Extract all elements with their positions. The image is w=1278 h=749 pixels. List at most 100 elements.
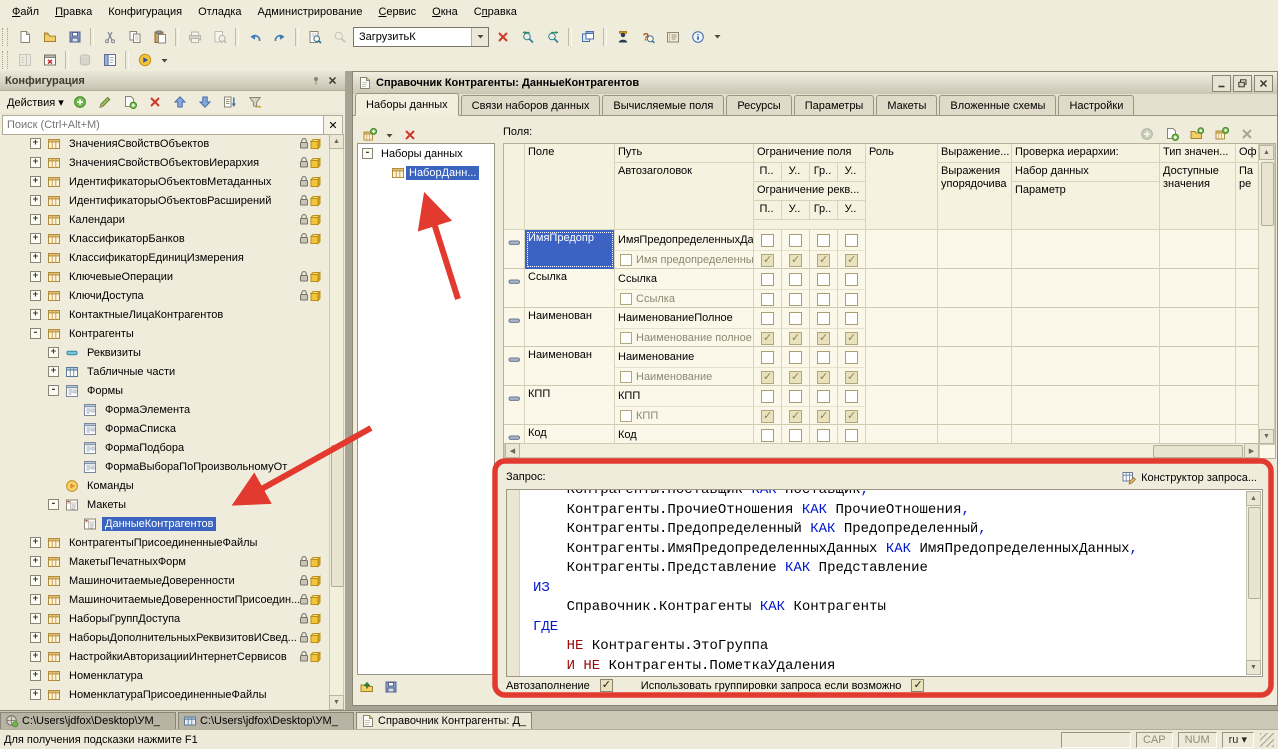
tree-item[interactable]: +КлассификаторЕдиницИзмерения xyxy=(0,248,330,267)
tab-3[interactable]: Ресурсы xyxy=(726,95,791,115)
field-name-cell[interactable]: Ссылка xyxy=(525,269,615,308)
tree-scrollbar[interactable]: ▲ ▼ xyxy=(329,134,344,710)
fields-vscrollbar[interactable]: ▲ ▼ xyxy=(1258,144,1275,445)
menu-item[interactable]: Отладка xyxy=(190,3,249,21)
paste-button[interactable] xyxy=(147,25,172,49)
tree-item[interactable]: +НастройкиАвторизацииИнтернетСервисов xyxy=(0,647,330,666)
add-circle-button[interactable] xyxy=(68,90,93,114)
field-path-cell[interactable]: НаименованиеПолное xyxy=(615,308,754,328)
field-path-cell[interactable]: Ссылка xyxy=(615,269,754,289)
field-row[interactable]: НаименованНаименованиеНаименование xyxy=(504,347,1260,386)
help-search-button[interactable]: ? xyxy=(635,25,660,49)
search-combobox[interactable]: ЗагрузитьК xyxy=(353,27,489,47)
tree-expander-icon[interactable]: + xyxy=(30,556,41,567)
tree-window-button[interactable] xyxy=(12,48,37,72)
tree-expander-icon[interactable]: + xyxy=(30,537,41,548)
tree-item[interactable]: ФормаСписка xyxy=(0,419,330,438)
restriction-checkbox[interactable] xyxy=(817,429,830,442)
restriction-checkbox[interactable] xyxy=(761,293,774,306)
autotitle-checkbox[interactable] xyxy=(620,410,632,422)
play-button[interactable] xyxy=(132,48,157,72)
field-autotitle-cell[interactable]: Наименование xyxy=(615,367,754,386)
restriction-checkbox[interactable] xyxy=(845,293,858,306)
save-file-button[interactable] xyxy=(383,679,399,697)
tree-item[interactable]: +МашиночитаемыеДоверенностиПрисоедин... xyxy=(0,590,330,609)
menu-item[interactable]: Правка xyxy=(47,3,100,21)
restriction-checkbox[interactable] xyxy=(845,351,858,364)
tab-7[interactable]: Настройки xyxy=(1058,95,1134,115)
edit-pencil-button[interactable] xyxy=(93,90,118,114)
info-button[interactable] xyxy=(685,25,710,49)
menu-item[interactable]: Файл xyxy=(4,3,47,21)
window-tab[interactable]: Справочник Контрагенты: Д_ xyxy=(356,712,532,729)
col-appearance[interactable]: Оф xyxy=(1236,144,1260,163)
menu-item[interactable]: Окна xyxy=(424,3,466,21)
tree-item[interactable]: -Макеты xyxy=(0,495,330,514)
field-autotitle-cell[interactable]: КПП xyxy=(615,406,754,425)
restriction-checkbox[interactable] xyxy=(789,234,802,247)
field-autotitle-cell[interactable]: Ссылка xyxy=(615,289,754,308)
autotitle-checkbox[interactable] xyxy=(620,371,632,383)
tree-expander-icon[interactable]: + xyxy=(48,347,59,358)
move-up-button[interactable] xyxy=(168,90,193,114)
field-row[interactable]: СсылкаСсылкаСсылка xyxy=(504,269,1260,308)
menu-item[interactable]: Конфигурация xyxy=(100,3,190,21)
search-input[interactable] xyxy=(2,115,324,135)
tree-item[interactable]: +КлючиДоступа xyxy=(0,286,330,305)
tree-expander-icon[interactable]: + xyxy=(30,157,41,168)
restriction-checkbox[interactable] xyxy=(845,273,858,286)
save-button[interactable] xyxy=(62,25,87,49)
tree-item[interactable]: -Формы xyxy=(0,381,330,400)
tree-expander-icon[interactable]: + xyxy=(30,233,41,244)
restriction-checkbox[interactable] xyxy=(817,234,830,247)
tree-expander-icon[interactable]: + xyxy=(30,271,41,282)
tree-expander-icon[interactable]: - xyxy=(30,328,41,339)
page-new-button[interactable] xyxy=(12,25,37,49)
query-vscrollbar[interactable]: ▲ ▼ xyxy=(1246,491,1261,675)
col-restriction-field[interactable]: Ограничение поля xyxy=(754,144,866,163)
restriction-checkbox[interactable] xyxy=(817,332,830,345)
col-hierarchy[interactable]: Проверка иерархии: xyxy=(1012,144,1160,163)
tab-6[interactable]: Вложенные схемы xyxy=(939,95,1056,115)
undo-button[interactable] xyxy=(242,25,267,49)
tree-item[interactable]: +Реквизиты xyxy=(0,343,330,362)
tree-expander-icon[interactable]: + xyxy=(48,366,59,377)
restriction-checkbox[interactable] xyxy=(789,254,802,267)
restriction-checkbox[interactable] xyxy=(789,390,802,403)
tree-item[interactable]: -Контрагенты xyxy=(0,324,330,343)
book-button[interactable] xyxy=(660,25,685,49)
open-file-button[interactable] xyxy=(359,679,375,697)
autotitle-checkbox[interactable] xyxy=(620,254,632,266)
close-panel-icon[interactable] xyxy=(324,73,340,88)
restriction-checkbox[interactable] xyxy=(845,254,858,267)
print-preview-button[interactable] xyxy=(207,25,232,49)
restriction-checkbox[interactable] xyxy=(845,332,858,345)
restriction-checkbox[interactable] xyxy=(845,410,858,423)
tree-item[interactable]: ФормаПодбора xyxy=(0,438,330,457)
tree-item[interactable]: +ИдентификаторыОбъектовМетаданных xyxy=(0,172,330,191)
tab-2[interactable]: Вычисляемые поля xyxy=(602,95,724,115)
tree-item[interactable]: +Календари xyxy=(0,210,330,229)
clear-search-icon[interactable]: ✕ xyxy=(324,115,343,135)
field-name-cell[interactable]: Наименован xyxy=(525,308,615,347)
tree-expander-icon[interactable]: + xyxy=(30,613,41,624)
restore-button[interactable] xyxy=(1233,75,1252,92)
resize-grip[interactable] xyxy=(1260,733,1274,747)
tree-expander-icon[interactable]: + xyxy=(30,252,41,263)
tree-expander-icon[interactable]: + xyxy=(30,575,41,586)
tree-expander-icon[interactable]: + xyxy=(30,138,41,149)
tab-5[interactable]: Макеты xyxy=(876,95,937,115)
tree-item[interactable]: +Табличные части xyxy=(0,362,330,381)
restriction-checkbox[interactable] xyxy=(845,312,858,325)
menu-item[interactable]: Сервис xyxy=(370,3,424,21)
window-titlebar[interactable]: Справочник Контрагенты: ДанныеКонтрагент… xyxy=(353,72,1277,95)
dataset-item[interactable]: НаборДанн... xyxy=(358,163,494,182)
col-expression[interactable]: Выражение... xyxy=(938,144,1012,163)
tree-item[interactable]: +КлассификаторБанков xyxy=(0,229,330,248)
restriction-checkbox[interactable] xyxy=(789,273,802,286)
fields-hscrollbar[interactable]: ◀ ▶ xyxy=(504,443,1260,458)
tree-item[interactable]: +ЗначенияСвойствОбъектовИерархия xyxy=(0,153,330,172)
field-name-cell[interactable]: ИмяПредопр xyxy=(525,230,615,269)
close-button[interactable] xyxy=(1254,75,1273,92)
tree-item[interactable]: +КонтрагентыПрисоединенныеФайлы xyxy=(0,533,330,552)
